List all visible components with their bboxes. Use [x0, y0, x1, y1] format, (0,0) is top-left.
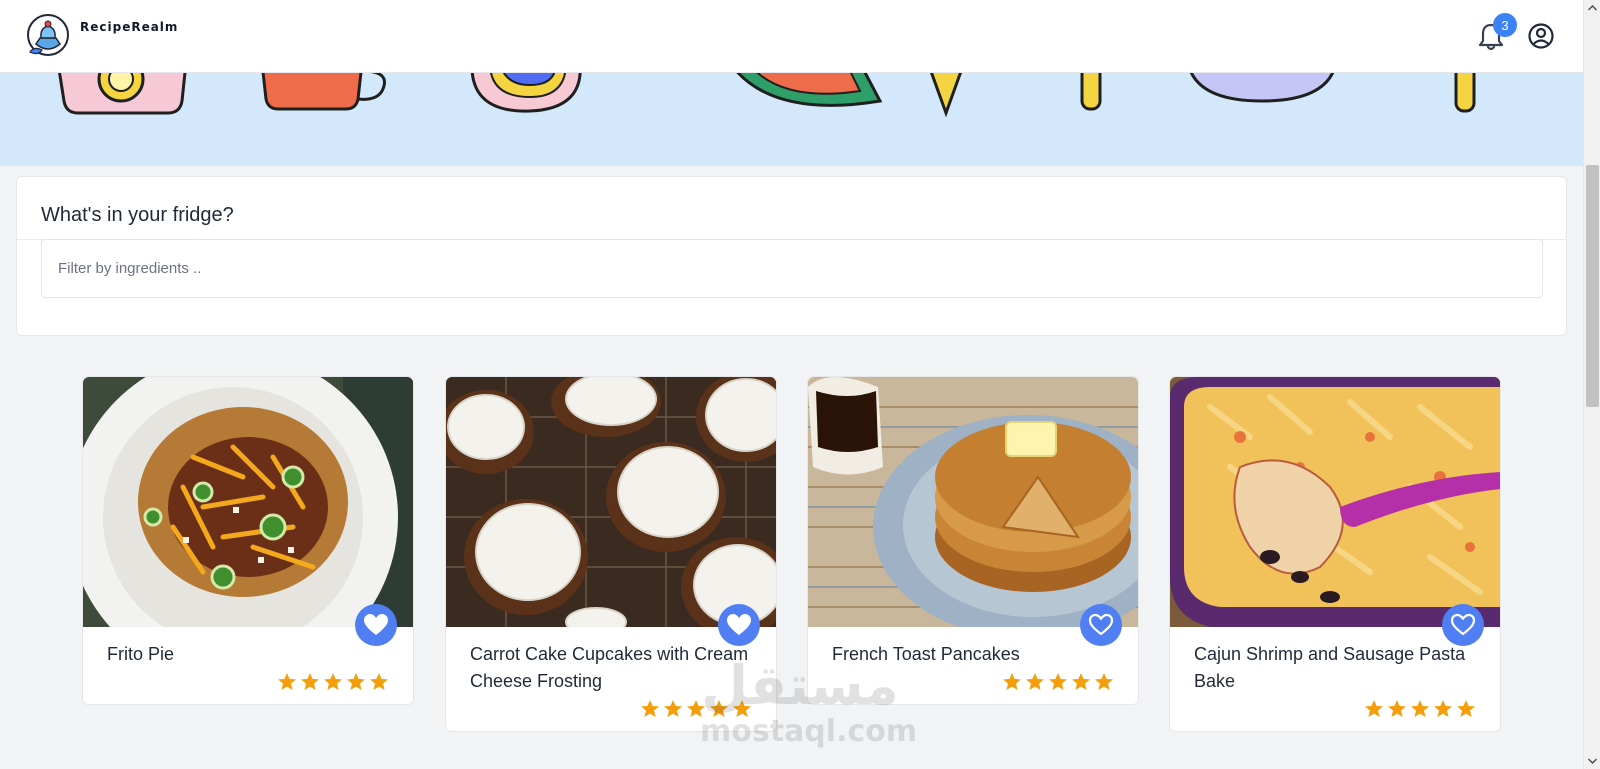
recipe-card[interactable]: French Toast Pancakes — [807, 376, 1139, 705]
hero-banner — [0, 73, 1583, 166]
user-circle-icon — [1528, 23, 1554, 49]
ingredient-filter-card: What's in your fridge? — [16, 176, 1567, 336]
star-icon — [347, 673, 365, 690]
food-illustrations — [58, 73, 1476, 118]
recipe-title: Cajun Shrimp and Sausage Pasta Bake — [1194, 644, 1466, 691]
star-icon — [641, 700, 659, 717]
star-icon — [1072, 673, 1090, 690]
star-icon — [1095, 673, 1113, 690]
favorite-button[interactable] — [355, 604, 397, 646]
star-icon — [370, 673, 388, 690]
favorite-button[interactable] — [1080, 604, 1122, 646]
star-icon — [733, 700, 751, 717]
star-icon — [278, 673, 296, 690]
vertical-scrollbar[interactable] — [1583, 0, 1600, 769]
favorite-button[interactable] — [718, 604, 760, 646]
star-icon — [1049, 673, 1067, 690]
recipe-title: Frito Pie — [107, 644, 175, 664]
logo-icon — [27, 14, 69, 56]
star-icon — [1434, 700, 1452, 717]
rating-stars — [107, 672, 389, 692]
star-icon — [324, 673, 342, 690]
recipe-image — [83, 377, 413, 627]
filter-title: What's in your fridge? — [41, 204, 234, 226]
ingredient-filter-input[interactable] — [41, 239, 1543, 298]
recipe-card-body: Carrot Cake Cupcakes with Cream Cheese F… — [446, 627, 776, 731]
scroll-up-button[interactable] — [1584, 0, 1600, 16]
recipe-card[interactable]: Frito Pie — [82, 376, 414, 705]
rating-stars — [832, 672, 1114, 692]
notification-count-badge: 3 — [1493, 13, 1517, 37]
heart-outline-icon — [1088, 613, 1114, 636]
heart-filled-icon — [727, 614, 751, 635]
user-profile-button[interactable] — [1527, 22, 1555, 50]
recipe-image — [1170, 377, 1500, 627]
page-content: RecipeRealm 3 What's in your fridge? Fil… — [0, 0, 1583, 769]
rating-stars — [470, 699, 752, 719]
rating-stars — [1194, 699, 1476, 719]
recipe-card[interactable]: Cajun Shrimp and Sausage Pasta Bake — [1169, 376, 1501, 732]
app-name: RecipeRealm — [80, 20, 179, 34]
chevron-down-icon — [1588, 758, 1597, 764]
page: RecipeRealm 3 What's in your fridge? Fil… — [0, 0, 1600, 769]
star-icon — [1388, 700, 1406, 717]
recipe-image — [808, 377, 1138, 627]
scroll-down-button[interactable] — [1584, 753, 1600, 769]
chevron-up-icon — [1588, 5, 1597, 11]
heart-filled-icon — [364, 614, 388, 635]
favorite-button[interactable] — [1442, 604, 1484, 646]
recipe-card[interactable]: Carrot Cake Cupcakes with Cream Cheese F… — [445, 376, 777, 732]
recipe-title: Carrot Cake Cupcakes with Cream Cheese F… — [470, 644, 749, 691]
scrollbar-thumb[interactable] — [1586, 165, 1599, 407]
app-logo[interactable]: RecipeRealm — [26, 14, 178, 58]
heart-outline-icon — [1450, 613, 1476, 636]
star-icon — [687, 700, 705, 717]
top-navbar: RecipeRealm 3 — [0, 0, 1583, 73]
star-icon — [1411, 700, 1429, 717]
star-icon — [710, 700, 728, 717]
recipe-title: French Toast Pancakes — [832, 644, 1020, 664]
recipe-image — [446, 377, 776, 627]
star-icon — [664, 700, 682, 717]
star-icon — [1003, 673, 1021, 690]
recipe-card-body: Cajun Shrimp and Sausage Pasta Bake — [1170, 627, 1500, 731]
star-icon — [1457, 700, 1475, 717]
star-icon — [1026, 673, 1044, 690]
star-icon — [1365, 700, 1383, 717]
star-icon — [301, 673, 319, 690]
